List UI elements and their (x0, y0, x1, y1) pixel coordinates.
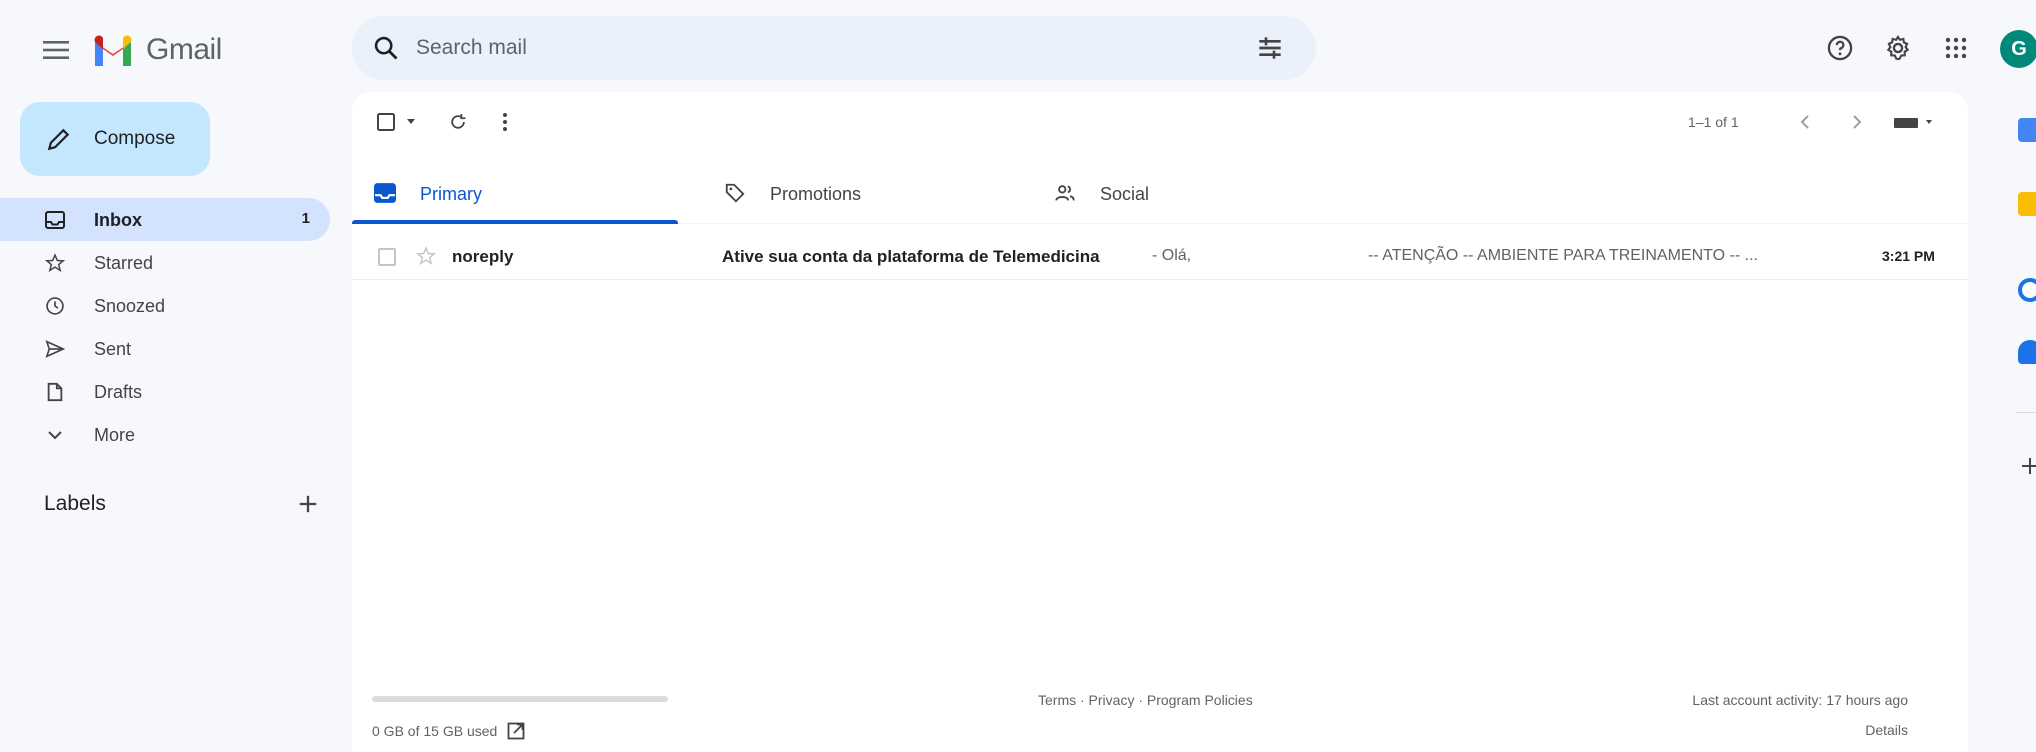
search-options-icon[interactable] (1254, 32, 1286, 64)
sidebar-item-label: Snoozed (94, 296, 166, 316)
people-icon (1055, 185, 1075, 201)
tasks-icon[interactable] (2018, 278, 2036, 302)
account-avatar[interactable]: G (2000, 30, 2036, 68)
compose-button[interactable]: Compose (20, 102, 210, 176)
compose-label: Compose (94, 128, 176, 149)
labels-heading: Labels (44, 492, 106, 515)
hamburger-menu-icon (43, 41, 69, 59)
pagination-text: 1–1 of 1 (1688, 114, 1739, 130)
star-icon[interactable] (416, 246, 436, 266)
email-snippet: - Olá, (1152, 247, 1192, 264)
sidebar-item-label: Drafts (94, 382, 143, 402)
tab-label: Primary (420, 184, 482, 204)
chevron-right-icon (1853, 115, 1862, 129)
tab-social[interactable]: Social (1032, 162, 1358, 224)
settings-button[interactable] (1880, 30, 1916, 66)
main-menu-button[interactable] (36, 30, 76, 70)
refresh-icon (451, 114, 466, 129)
search-input[interactable] (416, 28, 1196, 68)
email-time: 3:21 PM (1882, 248, 1935, 264)
keep-icon[interactable] (2018, 192, 2036, 216)
sidebar-item-starred[interactable]: Starred (0, 241, 330, 284)
top-bar: Gmail G (0, 0, 2036, 96)
tag-icon (725, 183, 745, 203)
category-tabs: Primary Promotions Social (352, 162, 1968, 224)
newer-page-button[interactable] (1800, 108, 1810, 136)
unread-count: 1 (301, 210, 310, 227)
sidebar-item-label: More (94, 425, 136, 445)
sidebar-item-more[interactable]: More (0, 413, 330, 456)
email-subject: Ative sua conta da plataforma de Telemed… (722, 247, 1100, 266)
side-panel-rail (2000, 100, 2036, 752)
sender-name: noreply (452, 247, 514, 266)
add-addon-icon[interactable] (2018, 454, 2036, 478)
sidebar-item-label: Inbox (94, 210, 142, 230)
apps-grid-icon (1945, 37, 1967, 59)
gmail-logo[interactable]: Gmail (92, 28, 222, 72)
inbox-icon (374, 183, 396, 203)
gmail-m-icon (94, 35, 132, 66)
older-page-button[interactable] (1852, 108, 1862, 136)
send-icon (44, 338, 66, 360)
star-icon (44, 252, 66, 274)
add-label-icon[interactable] (294, 490, 322, 518)
search-icon[interactable] (372, 34, 400, 62)
caret-down-icon (407, 119, 415, 124)
calendar-icon[interactable] (2018, 118, 2036, 142)
search-bar[interactable] (352, 16, 1316, 80)
sidebar-item-sent[interactable]: Sent (0, 327, 330, 370)
select-menu-button[interactable] (406, 108, 416, 136)
pencil-icon (47, 128, 70, 151)
email-preview: -- ATENÇÃO -- AMBIENTE PARA TREINAMENTO … (1368, 247, 1758, 264)
more-options-button[interactable] (502, 108, 508, 136)
keyboard-icon (1894, 118, 1932, 128)
storage-text: 0 GB of 15 GB used (372, 723, 498, 739)
storage-usage: 0 GB of 15 GB used (372, 722, 525, 740)
sidebar-item-drafts[interactable]: Drafts (0, 370, 330, 413)
refresh-button[interactable] (448, 108, 468, 136)
table-row[interactable]: noreply Ative sua conta da plataforma de… (352, 234, 1968, 280)
contacts-icon[interactable] (2018, 340, 2036, 364)
checkbox-icon (377, 113, 395, 131)
rail-divider (2016, 412, 2036, 413)
chevron-left-icon (1800, 115, 1809, 129)
tab-promotions[interactable]: Promotions (702, 162, 1028, 224)
tab-primary[interactable]: Primary (352, 162, 678, 224)
gear-icon (1886, 34, 1910, 61)
storage-meter (372, 696, 668, 702)
help-button[interactable] (1822, 30, 1858, 66)
details-link[interactable]: Details (1865, 722, 1908, 738)
tab-label: Social (1100, 184, 1150, 204)
sidebar-nav: Inbox 1 Starred Snoozed Sent Drafts More (0, 198, 330, 456)
draft-icon (44, 381, 66, 403)
sidebar-item-label: Sent (94, 339, 132, 359)
open-external-icon[interactable] (507, 722, 525, 740)
select-all-checkbox[interactable] (376, 108, 396, 136)
chevron-down-icon (44, 424, 66, 446)
mail-list-panel: 1–1 of 1 Primary Promotions Social norep… (352, 92, 1968, 752)
sidebar-item-snoozed[interactable]: Snoozed (0, 284, 330, 327)
clock-icon (44, 295, 66, 317)
app-name: Gmail (146, 33, 222, 66)
last-activity: Last account activity: 17 hours ago (1692, 692, 1908, 708)
help-icon (1827, 35, 1853, 61)
sidebar-item-label: Starred (94, 253, 154, 273)
row-checkbox[interactable] (378, 248, 396, 266)
inbox-icon (44, 209, 66, 231)
apps-button[interactable] (1938, 30, 1974, 66)
mail-toolbar: 1–1 of 1 (352, 92, 1968, 152)
footer-links[interactable]: Terms · Privacy · Program Policies (1038, 692, 1253, 708)
input-tools-button[interactable] (1894, 108, 1934, 136)
more-vert-icon (503, 113, 507, 131)
sidebar-item-inbox[interactable]: Inbox 1 (0, 198, 330, 241)
tab-label: Promotions (770, 184, 862, 204)
